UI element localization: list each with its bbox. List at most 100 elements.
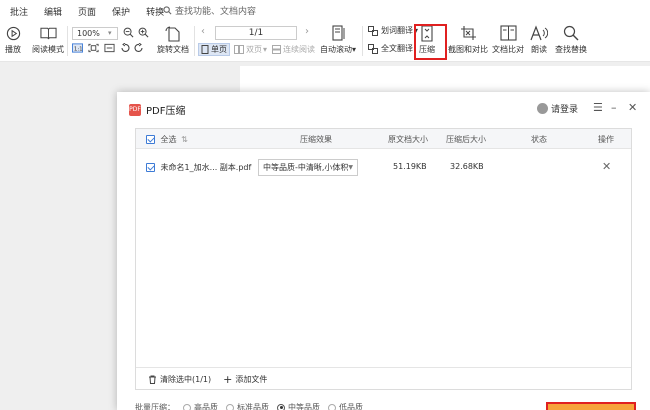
add-file-button[interactable]: + 添加文件 bbox=[223, 373, 267, 386]
radio-low-quality[interactable] bbox=[328, 403, 336, 410]
auto-scroll-icon bbox=[331, 24, 344, 41]
pdf-logo-icon: PDF bbox=[129, 103, 141, 116]
dialog-title-text: PDF压缩 bbox=[146, 106, 186, 117]
column-action: 操作 bbox=[598, 135, 614, 144]
select-all-label: 全选 bbox=[160, 135, 177, 144]
file-name: 未命名1_加水... 副本.pdf bbox=[160, 163, 252, 172]
find-replace-button[interactable]: 查找替换 bbox=[555, 24, 587, 55]
play-label: 播放 bbox=[5, 45, 21, 54]
high-quality-label: 高品质 bbox=[194, 403, 218, 410]
double-page-icon bbox=[234, 45, 244, 54]
svg-text:1:1: 1:1 bbox=[74, 46, 83, 52]
single-page-label: 单页 bbox=[211, 45, 227, 54]
file-checkbox[interactable]: 未命名1_加水... 副本.pdf bbox=[146, 162, 251, 173]
fit-page-icon[interactable] bbox=[88, 43, 99, 53]
column-status: 状态 bbox=[531, 135, 547, 144]
menu-protect[interactable]: 保护 bbox=[112, 5, 130, 18]
radio-medium-quality[interactable] bbox=[277, 403, 285, 410]
panel-footer: 清除选中(1/1) + 添加文件 bbox=[136, 367, 631, 390]
rotate-document-label: 旋转文档 bbox=[157, 45, 189, 54]
page-layout-tools: 单页 双页 ▾ 连续阅读 bbox=[198, 43, 315, 56]
screenshot-compare-button[interactable]: 截图和对比 bbox=[448, 24, 488, 55]
login-label: 请登录 bbox=[551, 105, 579, 115]
fit-width-icon[interactable] bbox=[104, 43, 115, 53]
trash-icon bbox=[149, 375, 156, 384]
clear-selected-button[interactable]: 清除选中(1/1) bbox=[148, 374, 211, 385]
chevron-down-icon[interactable]: ▾ bbox=[108, 29, 112, 37]
document-compare-label: 文档比对 bbox=[492, 45, 524, 54]
low-quality-label: 低品质 bbox=[339, 403, 363, 410]
word-translate-button[interactable]: 划词翻译 ▾ bbox=[368, 25, 418, 36]
next-page-icon[interactable]: › bbox=[305, 26, 309, 37]
read-aloud-label: 朗读 bbox=[531, 45, 547, 54]
double-page-button[interactable]: 双页 ▾ bbox=[234, 44, 267, 55]
continuous-read-button[interactable]: 连续阅读 bbox=[272, 44, 315, 55]
column-compressed-size: 压缩后大小 bbox=[446, 135, 486, 144]
menu-annotate[interactable]: 批注 bbox=[10, 5, 28, 18]
full-translate-button[interactable]: 全文翻译 bbox=[368, 43, 413, 54]
add-file-label: 添加文件 bbox=[235, 374, 268, 384]
start-compress-button[interactable] bbox=[546, 402, 636, 410]
actual-size-icon[interactable]: 1:1 bbox=[72, 43, 83, 53]
login-button[interactable]: 请登录 bbox=[537, 102, 578, 115]
remove-file-icon[interactable]: ✕ bbox=[602, 160, 611, 173]
column-effect: 压缩效果 bbox=[300, 135, 332, 144]
table-header: 全选 ⇅ 压缩效果 原文档大小 压缩后大小 状态 操作 bbox=[136, 129, 631, 149]
close-icon[interactable]: ✕ bbox=[628, 101, 637, 114]
compress-effect-select[interactable]: 中等品质-中清晰,小体积 ▼ bbox=[258, 159, 358, 176]
continuous-read-label: 连续阅读 bbox=[283, 45, 316, 54]
sort-icon[interactable]: ⇅ bbox=[181, 135, 188, 144]
page-number-input[interactable]: 1/1 bbox=[215, 26, 297, 40]
original-size: 51.19KB bbox=[393, 162, 427, 171]
file-list-panel: 全选 ⇅ 压缩效果 原文档大小 压缩后大小 状态 操作 未命名1_加水... 副… bbox=[135, 128, 632, 390]
find-replace-icon bbox=[563, 25, 579, 41]
play-button[interactable]: 播放 bbox=[5, 24, 21, 55]
divider bbox=[67, 26, 68, 56]
radio-standard-quality[interactable] bbox=[226, 403, 234, 410]
rotate-right-icon[interactable] bbox=[134, 43, 144, 53]
document-compare-button[interactable]: 文档比对 bbox=[492, 24, 524, 55]
batch-quality-options: 批量压缩： 高品质 标准品质 中等品质 低品质 bbox=[135, 402, 363, 410]
select-all-checkbox[interactable]: 全选 ⇅ bbox=[146, 134, 188, 145]
read-mode-button[interactable]: 阅读模式 bbox=[32, 24, 64, 55]
single-page-button[interactable]: 单页 bbox=[198, 43, 230, 56]
minimize-icon[interactable]: – bbox=[611, 101, 617, 114]
auto-scroll-button[interactable]: 自动滚动▾ bbox=[320, 24, 356, 55]
translate-icon bbox=[368, 25, 378, 36]
rotate-document-button[interactable]: 旋转文档 bbox=[157, 24, 189, 55]
divider bbox=[194, 26, 195, 56]
standard-quality-label: 标准品质 bbox=[237, 403, 269, 410]
menu-edit[interactable]: 编辑 bbox=[44, 5, 62, 18]
play-icon bbox=[6, 26, 20, 40]
compressed-size: 32.68KB bbox=[450, 162, 484, 171]
menu-icon[interactable]: ☰ bbox=[593, 101, 603, 114]
avatar-icon bbox=[537, 103, 548, 114]
clear-selected-label: 清除选中(1/1) bbox=[160, 374, 212, 384]
toolbar: 播放 阅读模式 100% ▾ 1:1 旋转文档 ‹ 1/1 › 单页 双页 ▾ bbox=[0, 22, 650, 62]
menu-convert[interactable]: 转换 bbox=[146, 5, 164, 18]
plus-icon: + bbox=[223, 372, 233, 386]
find-replace-label: 查找替换 bbox=[555, 45, 587, 54]
search-box[interactable]: 查找功能、文档内容 bbox=[163, 4, 256, 17]
zoom-in-icon[interactable] bbox=[138, 27, 149, 38]
word-translate-label: 划词翻译 bbox=[381, 26, 413, 35]
read-aloud-icon bbox=[530, 25, 548, 41]
read-mode-label: 阅读模式 bbox=[32, 45, 64, 54]
chevron-down-icon: ▼ bbox=[348, 164, 353, 171]
checkbox-icon bbox=[146, 135, 155, 144]
menu-page[interactable]: 页面 bbox=[78, 5, 96, 18]
full-translate-label: 全文翻译 bbox=[381, 44, 413, 53]
zoom-out-icon[interactable] bbox=[123, 27, 134, 38]
search-placeholder: 查找功能、文档内容 bbox=[175, 7, 257, 17]
divider bbox=[362, 26, 363, 56]
rotate-document-icon bbox=[165, 26, 180, 42]
menu-bar: 批注 编辑 页面 保护 转换 查找功能、文档内容 bbox=[0, 0, 650, 22]
compress-highlight bbox=[414, 24, 447, 60]
previous-page-icon[interactable]: ‹ bbox=[201, 26, 205, 37]
rotate-left-icon[interactable] bbox=[120, 43, 130, 53]
radio-high-quality[interactable] bbox=[183, 403, 191, 410]
translate-icon bbox=[368, 43, 378, 54]
compress-effect-value: 中等品质-中清晰,小体积 bbox=[263, 163, 349, 172]
chevron-down-icon: ▾ bbox=[263, 45, 268, 54]
read-aloud-button[interactable]: 朗读 bbox=[530, 24, 548, 55]
